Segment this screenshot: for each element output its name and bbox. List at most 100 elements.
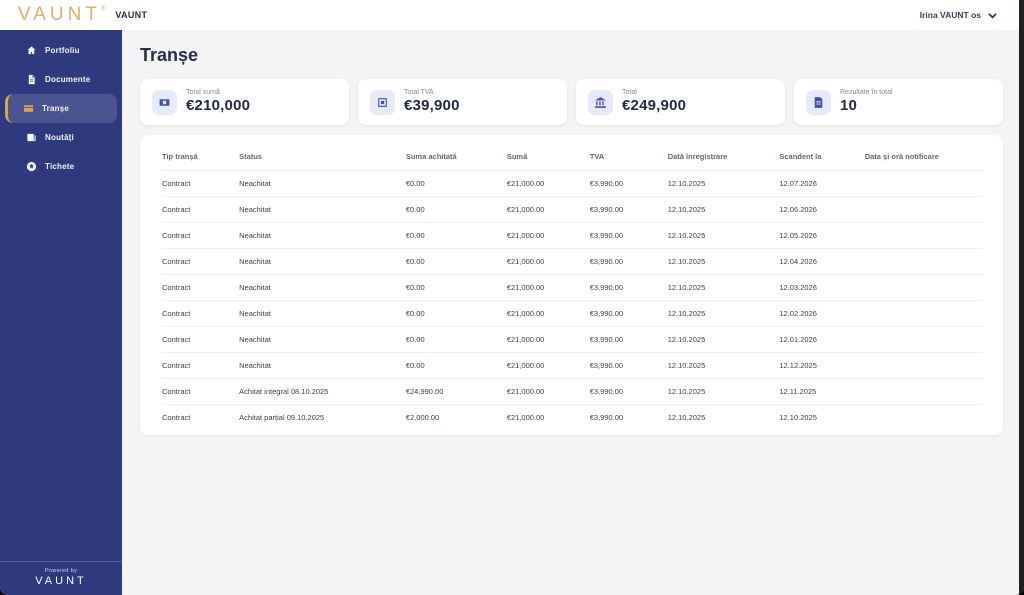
cell-tva: €3,990.00 [589, 248, 668, 275]
table-row[interactable]: Contract Achitat parțial 09.10.2025 €2,0… [162, 404, 983, 430]
table-header-cell: Scandent la [779, 152, 822, 161]
cell-tip-transa: Contract [162, 274, 240, 301]
table-row[interactable]: Contract Neachitat €0.00 €21,000.00 €3,9… [162, 300, 983, 327]
cell-scadent-la: 12.02.2026 [779, 300, 865, 327]
bank-icon [588, 89, 613, 115]
cell-scadent-la: 12.07.2026 [779, 170, 865, 197]
sidebar-item-label: Tranșe [42, 104, 69, 113]
vaunt-logo[interactable]: VAUNT ® [18, 4, 105, 26]
cell-notificare [864, 222, 983, 249]
table-header-cell: Dată înregistrare [667, 152, 728, 161]
cell-suma-achitata: €24,990.00 [405, 378, 507, 405]
cell-suma-achitata: €0.00 [405, 222, 507, 249]
cell-suma-achitata: €0.00 [405, 196, 507, 223]
table-header-cell: Suma achitată [405, 152, 457, 161]
cell-tva: €3,990.00 [589, 196, 668, 223]
transactions-table-card: Tip tranșă Status Suma achitată Sumă TVA Dată… [140, 135, 1003, 435]
summary-card: Total €249,900 [576, 79, 785, 125]
cell-suma-achitata: €0.00 [405, 274, 507, 301]
table-header-row: Tip tranșă Status Suma achitată Sumă TVA Dată… [162, 143, 983, 171]
cell-tip-transa: Contract [162, 248, 240, 275]
cell-data-inregistrare: 12.10.2025 [667, 196, 780, 223]
table-row[interactable]: Contract Neachitat €0.00 €21,000.00 €3,9… [162, 248, 983, 275]
cell-suma: €21,000.00 [506, 222, 590, 249]
cell-tip-transa: Contract [162, 300, 240, 327]
news-icon [26, 132, 37, 143]
cell-notificare [864, 352, 983, 379]
cell-scadent-la: 12.01.2026 [779, 326, 865, 353]
user-menu[interactable]: Irina VAUNT os [920, 10, 997, 20]
cell-notificare [864, 196, 983, 223]
sidebar-item-label: Noutăți [45, 133, 74, 142]
sidebar-item[interactable]: Noutăți [5, 123, 117, 152]
sidebar-item[interactable]: Portfoliu [5, 36, 117, 65]
cell-status: Neachitat [239, 248, 406, 275]
cell-scadent-la: 12.05.2026 [779, 222, 865, 249]
cell-status: Neachitat [239, 326, 406, 353]
card-value: 10 [840, 97, 858, 115]
table-row[interactable]: Contract Neachitat €0.00 €21,000.00 €3,9… [162, 352, 983, 379]
sidebar-footer: Powered by VAUNT [0, 561, 122, 595]
sidebar-item[interactable]: Tranșe [5, 94, 117, 123]
sidebar-nav: Portfoliu Documente Tranșe Noutăți Tiche… [0, 30, 122, 181]
cell-tva: €3,990.00 [589, 378, 668, 405]
cell-notificare [864, 248, 983, 275]
summary-card: Total sumă €210,000 [140, 79, 349, 125]
cell-notificare [864, 300, 983, 327]
cell-tva: €3,990.00 [589, 352, 668, 379]
cell-tva: €3,990.00 [589, 274, 668, 301]
ballot-icon [370, 89, 395, 115]
sidebar-item-label: Documente [45, 75, 91, 84]
cell-suma-achitata: €0.00 [405, 352, 507, 379]
cell-suma: €21,000.00 [506, 352, 590, 379]
card-label: Rezultate în total [840, 89, 893, 97]
cell-suma-achitata: €2,000.00 [405, 404, 507, 430]
cell-suma: €21,000.00 [506, 326, 590, 353]
sidebar-item[interactable]: Documente [5, 65, 117, 94]
chevron-down-icon [988, 12, 997, 19]
cell-suma-achitata: €0.00 [405, 326, 507, 353]
cell-status: Neachitat [239, 170, 406, 197]
table-header-cell: Sumă [506, 152, 528, 161]
table-row[interactable]: Contract Neachitat €0.00 €21,000.00 €3,9… [162, 196, 983, 223]
cell-scadent-la: 12.06.2026 [779, 196, 865, 223]
cell-status: Neachitat [239, 274, 406, 301]
cell-status: Achitat parțial 09.10.2025 [239, 404, 406, 430]
table-row[interactable]: Contract Neachitat €0.00 €21,000.00 €3,9… [162, 170, 983, 197]
cell-scadent-la: 12.03.2026 [779, 274, 865, 301]
sidebar: Portfoliu Documente Tranșe Noutăți Tiche… [0, 30, 122, 595]
card-value: €39,900 [404, 97, 460, 115]
card-label: Total TVA [404, 89, 434, 97]
cell-scadent-la: 12.11.2025 [779, 378, 865, 405]
cell-tip-transa: Contract [162, 196, 240, 223]
table-row[interactable]: Contract Neachitat €0.00 €21,000.00 €3,9… [162, 326, 983, 353]
table-row[interactable]: Contract Achitat integral 08.10.2025 €24… [162, 378, 983, 405]
table-header-cell: Tip tranșă [162, 152, 198, 161]
credit-card-icon [23, 103, 34, 114]
table-row[interactable]: Contract Neachitat €0.00 €21,000.00 €3,9… [162, 274, 983, 301]
table-row[interactable]: Contract Neachitat €0.00 €21,000.00 €3,9… [162, 222, 983, 249]
card-label: Total [622, 89, 637, 97]
table-header-cell: Status [239, 152, 263, 161]
cell-suma: €21,000.00 [506, 196, 590, 223]
cell-tva: €3,990.00 [589, 404, 668, 430]
cell-suma-achitata: €0.00 [405, 300, 507, 327]
page-title: Tranșe [140, 45, 199, 65]
cell-data-inregistrare: 12.10.2025 [667, 300, 780, 327]
cell-suma: €21,000.00 [506, 404, 590, 430]
sidebar-item-label: Portfoliu [45, 46, 80, 55]
table-header-cell: Data și oră notificare [864, 152, 939, 161]
home-icon [26, 45, 37, 56]
cell-tip-transa: Contract [162, 378, 240, 405]
cell-scadent-la: 12.04.2026 [779, 248, 865, 275]
cell-data-inregistrare: 12.10.2025 [667, 248, 780, 275]
vaunt-logo-text: VAUNT [18, 4, 101, 25]
cell-suma: €21,000.00 [506, 170, 590, 197]
top-bar: VAUNT ® VAUNT Irina VAUNT os [0, 0, 1019, 30]
sidebar-item[interactable]: Tichete [5, 152, 117, 181]
powered-by-label: Powered by [44, 568, 78, 574]
summary-card: Total TVA €39,900 [358, 79, 567, 125]
cell-data-inregistrare: 12.10.2025 [667, 404, 780, 430]
card-value: €249,900 [622, 97, 687, 115]
cell-tip-transa: Contract [162, 326, 240, 353]
